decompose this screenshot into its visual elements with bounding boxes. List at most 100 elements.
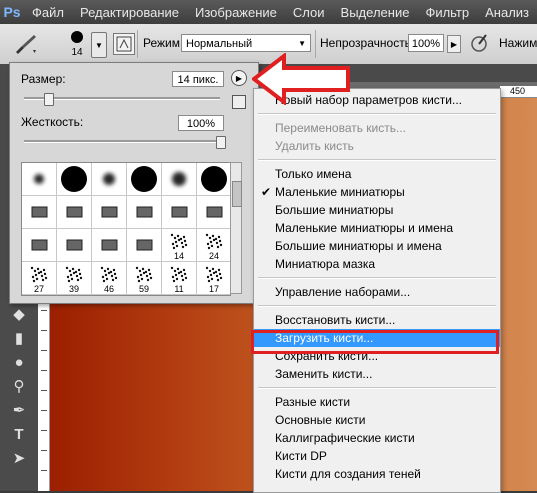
flyout-menu-item[interactable]: Большие миниатюры [254, 201, 500, 219]
size-slider-thumb[interactable] [43, 93, 54, 106]
flyout-menu-item[interactable]: Управление наборами... [254, 283, 500, 301]
brush-preset-cell[interactable]: 39 [57, 262, 92, 295]
photoshop-logo[interactable]: Ps [0, 0, 24, 24]
chevron-right-icon: ▶ [450, 39, 458, 49]
blur-tool-icon[interactable]: ● [9, 352, 29, 372]
dodge-tool-icon[interactable]: ⚲ [9, 376, 29, 396]
brush-preset-cell[interactable] [127, 163, 162, 196]
flyout-menu-item[interactable]: Каллиграфические кисти [254, 429, 500, 447]
brush-preset-cell[interactable] [22, 163, 57, 196]
flyout-menu-item-label: Разные кисти [275, 395, 351, 409]
brush-preset-cell[interactable] [162, 163, 197, 196]
menu-separator [258, 113, 496, 115]
flyout-menu-item[interactable]: Восстановить кисти... [254, 311, 500, 329]
brush-tool-icon[interactable] [12, 32, 40, 56]
opacity-slider-button[interactable]: ▶ [447, 35, 461, 53]
brush-preset-preview[interactable]: 14 [64, 29, 90, 61]
picker-menu-button[interactable]: ▶ [231, 70, 247, 86]
menu-item[interactable]: Слои [285, 5, 333, 20]
blend-mode-select[interactable]: Нормальный ▼ [181, 34, 311, 52]
checkmark-icon: ✔ [261, 185, 272, 199]
brush-preset-cell[interactable] [162, 196, 197, 229]
brush-preset-cell[interactable]: 14 [162, 229, 197, 262]
brush-preset-cell[interactable] [57, 229, 92, 262]
flyout-menu-item[interactable]: Большие миниатюры и имена [254, 237, 500, 255]
new-preset-icon[interactable] [232, 95, 246, 109]
flyout-menu-item[interactable]: Разные кисти [254, 393, 500, 411]
brush-picker-dropdown[interactable]: ▼ [91, 32, 107, 58]
blend-mode-value: Нормальный [186, 38, 253, 50]
menu-bar: Ps Файл Редактирование Изображение Слои Выде… [0, 0, 537, 24]
menu-item[interactable]: Выделение [333, 5, 418, 20]
brush-preset-cell[interactable]: 11 [162, 262, 197, 295]
flyout-menu-item-label: Маленькие миниатюры и имена [275, 221, 454, 235]
flyout-menu-item-label: Миниатюра мазка [275, 257, 376, 271]
flyout-menu-item[interactable]: Только имена [254, 165, 500, 183]
brush-tip-icon [31, 206, 48, 218]
brush-preset-cell[interactable] [57, 196, 92, 229]
menu-item[interactable]: Анализ [477, 5, 537, 20]
type-tool-icon[interactable]: T [9, 424, 29, 444]
brush-tip-icon [136, 239, 153, 251]
brush-grid-scrollbar[interactable] [230, 162, 242, 294]
brush-preset-cell[interactable]: 46 [92, 262, 127, 295]
flyout-menu-item[interactable]: Заменить кисти... [254, 365, 500, 383]
hardness-slider-thumb[interactable] [216, 136, 226, 149]
flyout-menu-item[interactable]: Переименовать кисть... [254, 119, 500, 137]
size-input[interactable]: 14 пикс. [172, 71, 224, 87]
flyout-menu-item[interactable]: Кисти DP [254, 447, 500, 465]
brush-preset-picker: Размер: 14 пикс. Жесткость: 100% 14 24 27 3… [9, 62, 259, 304]
brush-preset-cell[interactable] [127, 196, 162, 229]
opacity-label: Непрозрачность: [320, 36, 415, 50]
brush-preset-cell[interactable]: 17 [197, 262, 230, 295]
brush-tip-icon [206, 206, 223, 218]
flyout-menu-item-label: Только имена [275, 167, 352, 181]
brush-preset-cell[interactable] [127, 229, 162, 262]
flyout-menu-item-label: Переименовать кисть... [275, 121, 407, 135]
brush-tip-icon [31, 239, 48, 251]
menu-item[interactable]: Фильтр [417, 5, 477, 20]
flyout-menu-item[interactable]: Удалить кисть [254, 137, 500, 155]
flyout-menu-item-label: Кисти DP [275, 449, 327, 463]
brush-preset-cell[interactable]: 24 [197, 229, 230, 262]
menu-separator [258, 387, 496, 389]
tools-panel: ◆ ▮ ● ⚲ ✒ T ➤ [0, 300, 38, 491]
flyout-menu-item[interactable]: Миниатюра мазка [254, 255, 500, 273]
annotation-arrow-icon [252, 53, 350, 105]
brush-preset-cell[interactable] [92, 163, 127, 196]
brush-preset-cell[interactable] [197, 196, 230, 229]
brush-tip-icon [103, 173, 115, 185]
brush-panel-toggle-icon[interactable] [113, 33, 135, 55]
brush-preset-cell[interactable] [197, 163, 230, 196]
menu-item[interactable]: Изображение [187, 5, 285, 20]
flyout-menu-item-label: Большие миниатюры [275, 203, 394, 217]
brush-preset-cell[interactable]: 27 [22, 262, 57, 295]
brush-preset-cell[interactable] [92, 229, 127, 262]
flyout-menu-item[interactable]: ✔ Маленькие миниатюры [254, 183, 500, 201]
brush-size-number: 17 [208, 284, 219, 294]
menu-item[interactable]: Файл [24, 5, 72, 20]
pen-tool-icon[interactable]: ✒ [9, 400, 29, 420]
hardness-slider-track[interactable] [24, 140, 220, 143]
flyout-menu-item[interactable]: Маленькие миниатюры и имена [254, 219, 500, 237]
brush-preset-cell[interactable] [22, 196, 57, 229]
brush-tip-icon [172, 172, 186, 186]
flyout-menu-item[interactable]: Основные кисти [254, 411, 500, 429]
eraser-tool-icon[interactable]: ◆ [9, 304, 29, 324]
brush-size-number: 24 [208, 251, 219, 261]
brush-preset-cell[interactable] [22, 229, 57, 262]
brush-preset-cell[interactable]: 59 [127, 262, 162, 295]
brush-preset-cell[interactable] [57, 163, 92, 196]
highlight-box [251, 330, 499, 354]
hardness-input[interactable]: 100% [178, 115, 224, 131]
path-selection-tool-icon[interactable]: ➤ [9, 448, 29, 468]
brush-tip-icon [201, 166, 227, 192]
flyout-menu-item[interactable]: Кисти для создания теней [254, 465, 500, 483]
brush-size-label: 14 [71, 47, 83, 58]
menu-item[interactable]: Редактирование [72, 5, 187, 20]
brush-preset-cell[interactable] [92, 196, 127, 229]
brush-size-number: 27 [33, 284, 44, 294]
gradient-tool-icon[interactable]: ▮ [9, 328, 29, 348]
tablet-pressure-icon[interactable] [469, 32, 489, 54]
opacity-input[interactable]: 100% [408, 34, 444, 52]
